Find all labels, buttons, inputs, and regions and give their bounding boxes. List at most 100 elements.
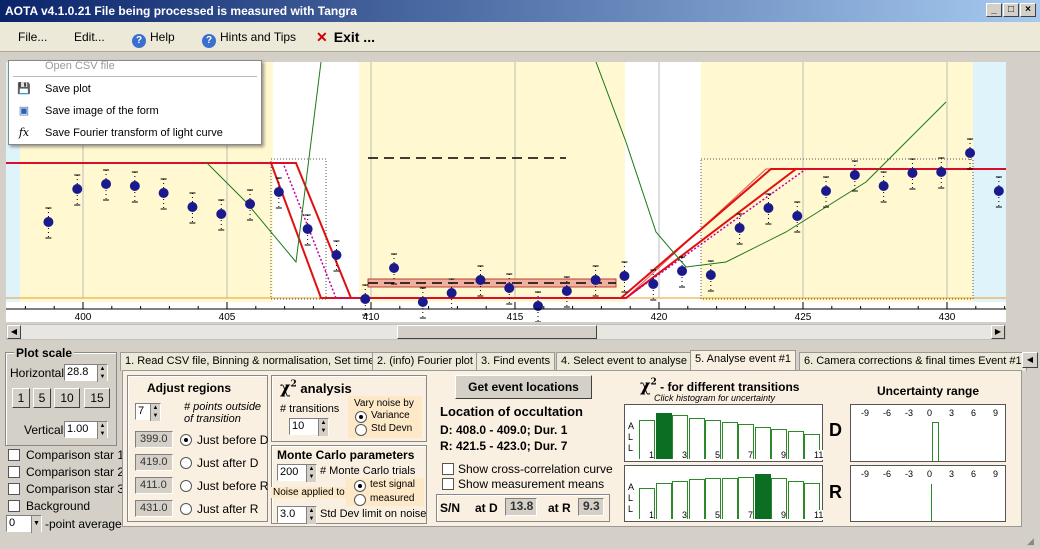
point-average-value: 0	[9, 517, 16, 529]
tab-scroll-arrow[interactable]: ◀	[1022, 352, 1038, 368]
tab-camera-corrections[interactable]: 6. Camera corrections & final times Even…	[799, 352, 1027, 371]
histogram-side-label: A L L	[628, 421, 634, 453]
cross-correlation-checkbox[interactable]	[442, 463, 454, 475]
histogram-bar[interactable]	[655, 483, 672, 519]
scale-5-button[interactable]: 5	[33, 388, 51, 408]
background-checkbox[interactable]	[8, 500, 20, 512]
menu-help[interactable]: ? Help	[128, 28, 179, 48]
histogram-bar[interactable]	[688, 479, 705, 519]
x-tick-label: 420	[651, 312, 668, 322]
region-radio[interactable]	[180, 457, 192, 469]
uncertainty-tick-label: -6	[883, 408, 892, 418]
menu-file[interactable]: File...	[14, 28, 51, 46]
tab-analyse-event[interactable]: 5. Analyse event #1	[690, 350, 797, 371]
data-point	[360, 294, 371, 304]
d-location: D: 408.0 - 409.0; Dur. 1	[440, 423, 568, 437]
region-radio[interactable]	[180, 434, 192, 446]
menu-exit[interactable]: ✕ Exit ...	[312, 28, 379, 46]
point-average-select[interactable]: 0 ▼	[6, 515, 42, 533]
menu-exit-label: Exit ...	[333, 29, 375, 45]
histogram-tick-label: 5	[715, 450, 721, 460]
scale-1-button[interactable]: 1	[12, 388, 30, 408]
std-devn-radio[interactable]	[355, 424, 367, 436]
uncertainty-tick-label: 6	[971, 408, 977, 418]
adjust-regions-title: Adjust regions	[147, 381, 232, 395]
dd-save-fourier[interactable]: fx Save Fourier transform of light curve	[9, 122, 261, 144]
region-radio[interactable]	[180, 503, 192, 515]
histogram-bar[interactable]	[754, 474, 771, 519]
variance-radio[interactable]	[355, 411, 367, 423]
comparison-star-3-label: Comparison star 3	[26, 482, 125, 496]
menu-edit[interactable]: Edit...	[70, 28, 109, 46]
comparison-star-1-checkbox[interactable]	[8, 449, 20, 461]
histogram-r-label: R	[829, 482, 842, 502]
monte-carlo-trials-input[interactable]: 200 ▲ ▼	[277, 464, 317, 482]
data-point	[72, 184, 83, 194]
data-point	[965, 148, 976, 158]
horizontal-scale-input[interactable]: 28.8 ▲ ▼	[64, 364, 108, 382]
chevron-down-icon[interactable]: ▼	[31, 516, 41, 533]
dd-open-csv[interactable]: Open CSV file	[9, 55, 261, 77]
get-event-locations-button[interactable]: Get event locations	[455, 375, 592, 399]
test-signal-radio[interactable]	[354, 480, 366, 492]
save-icon: 💾	[17, 83, 31, 95]
histogram-bar[interactable]	[754, 427, 771, 459]
histogram-bar[interactable]	[721, 422, 738, 459]
uncertainty-tick-label: 6	[971, 469, 977, 479]
monte-carlo-trials-label: # Monte Carlo trials	[320, 465, 416, 477]
histogram-bar[interactable]	[787, 431, 804, 459]
tab-read-csv[interactable]: 1. Read CSV file, Binning & normalisatio…	[120, 352, 380, 371]
scroll-left-arrow[interactable]: ◀	[7, 325, 21, 339]
comparison-star-3-checkbox[interactable]	[8, 483, 20, 495]
dd-save-plot[interactable]: 💾 Save plot	[9, 78, 261, 100]
scroll-right-arrow[interactable]: ▶	[991, 325, 1005, 339]
maximize-button[interactable]: □	[1003, 3, 1019, 17]
histogram-d[interactable]: A L L 1 3 5 7 9 11	[624, 404, 824, 462]
function-icon: fx	[18, 126, 30, 139]
data-point	[849, 170, 860, 180]
minimize-button[interactable]: _	[986, 3, 1002, 17]
scroll-thumb[interactable]	[397, 325, 597, 339]
points-outside-spinner[interactable]: ▲ ▼	[150, 404, 160, 421]
data-point	[878, 181, 889, 191]
std-limit-spinner[interactable]: ▲ ▼	[306, 507, 316, 524]
scale-15-button[interactable]: 15	[84, 388, 110, 408]
histogram-bar[interactable]	[688, 418, 705, 459]
tab-find-events[interactable]: 3. Find events	[476, 352, 556, 371]
uncertainty-tick-label: -9	[861, 469, 870, 479]
data-point	[216, 209, 227, 219]
menu-hints[interactable]: ? Hints and Tips	[198, 28, 300, 48]
measured-radio[interactable]	[354, 494, 366, 506]
data-point	[446, 288, 457, 298]
data-point	[101, 179, 112, 189]
dd-save-image[interactable]: ▣ Save image of the form	[9, 100, 261, 122]
horizontal-spinner[interactable]: ▲ ▼	[97, 365, 107, 382]
transitions-spinner[interactable]: ▲ ▼	[318, 419, 328, 436]
vertical-spinner[interactable]: ▲ ▼	[97, 422, 107, 439]
histogram-subtitle: Click histogram for uncertainty	[654, 393, 776, 403]
histogram-bar[interactable]	[655, 413, 672, 459]
histogram-r[interactable]: A L L 1 3 5 7 9 11	[624, 465, 824, 522]
trials-spinner[interactable]: ▲ ▼	[306, 465, 316, 482]
vertical-scale-input[interactable]: 1.00 ▲ ▼	[64, 421, 108, 439]
histogram-tick-label: 1	[649, 450, 655, 460]
tab-fourier[interactable]: 2. (info) Fourier plot	[372, 352, 478, 371]
histogram-tick-label: 11	[814, 450, 824, 460]
transitions-input[interactable]: 10 ▲ ▼	[289, 418, 329, 436]
data-point	[331, 250, 342, 260]
sn-label: S/N	[440, 501, 461, 515]
tab-select-event[interactable]: 4. Select event to analyse	[556, 352, 692, 371]
plot-scrollbar[interactable]: ◀ ▶	[6, 324, 1006, 340]
histogram-bar[interactable]	[787, 481, 804, 519]
measurement-means-checkbox[interactable]	[442, 478, 454, 490]
std-limit-input[interactable]: 3.0 ▲ ▼	[277, 506, 317, 524]
file-dropdown-menu: Open CSV file 💾 Save plot ▣ Save image of …	[8, 60, 262, 145]
comparison-star-1-label: Comparison star 1	[26, 448, 125, 462]
comparison-star-2-checkbox[interactable]	[8, 466, 20, 478]
histogram-bar[interactable]	[721, 478, 738, 519]
close-window-button[interactable]: ×	[1020, 3, 1036, 17]
resize-grip-icon[interactable]: ◢	[1027, 536, 1039, 548]
scale-10-button[interactable]: 10	[54, 388, 80, 408]
points-outside-input[interactable]: 7 ▲ ▼	[135, 403, 161, 421]
region-radio[interactable]	[180, 480, 192, 492]
